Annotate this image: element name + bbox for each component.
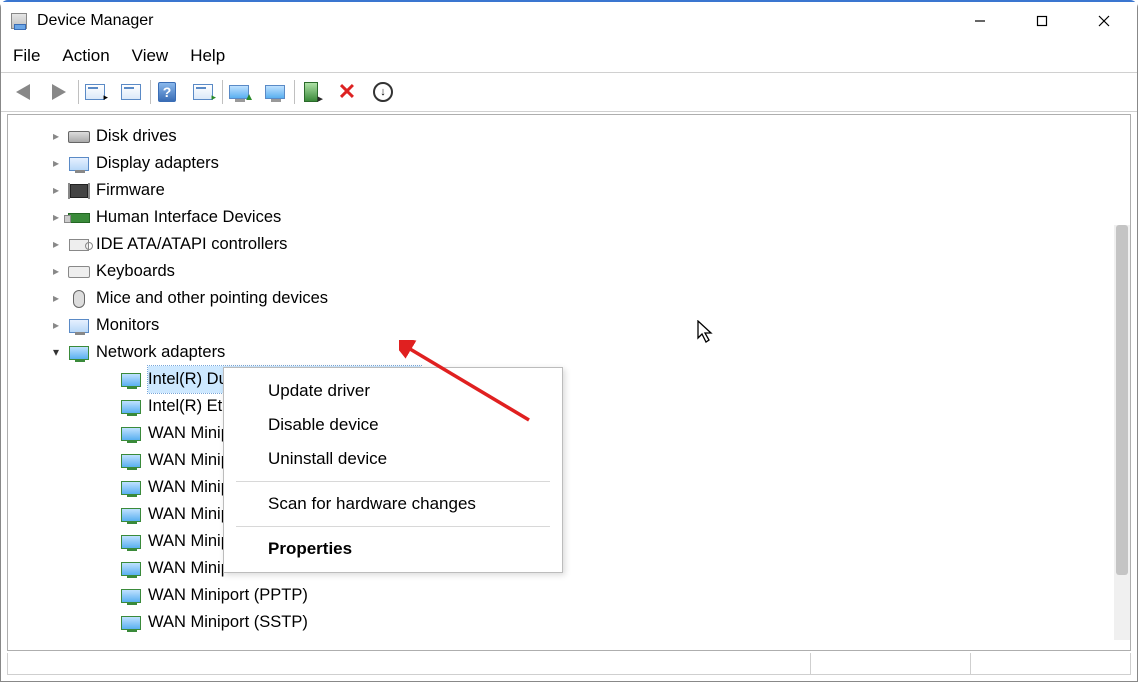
tree-item-label: Monitors	[96, 312, 159, 339]
window-controls	[949, 2, 1135, 40]
tree-item[interactable]: WAN Minip	[8, 555, 1130, 582]
tree-item[interactable]: Human Interface Devices	[8, 204, 1130, 231]
toolbar-back[interactable]	[7, 76, 39, 108]
tree-item-label: Human Interface Devices	[96, 204, 281, 231]
tree-item-label: WAN Minip	[148, 528, 230, 555]
chevron-right-icon[interactable]	[48, 312, 64, 339]
tree-item-label: IDE ATA/ATAPI controllers	[96, 231, 287, 258]
title-bar: Device Manager	[1, 2, 1137, 40]
tree-item[interactable]: Network adapters	[8, 339, 1130, 366]
tree-item-label: WAN Minip	[148, 447, 230, 474]
chevron-right-icon[interactable]	[48, 123, 64, 150]
device-tree-pane: Disk drivesDisplay adaptersFirmwareHuman…	[7, 114, 1131, 651]
chevron-right-icon[interactable]	[48, 204, 64, 231]
tree-item[interactable]: WAN Minip	[8, 420, 1130, 447]
vertical-scrollbar[interactable]	[1114, 225, 1130, 640]
tree-item-label: WAN Miniport (PPTP)	[148, 582, 308, 609]
toolbar-properties[interactable]	[115, 76, 147, 108]
tree-item[interactable]: IDE ATA/ATAPI controllers	[8, 231, 1130, 258]
minimize-button[interactable]	[949, 2, 1011, 40]
chevron-right-icon[interactable]	[48, 258, 64, 285]
chevron-right-icon[interactable]	[48, 231, 64, 258]
chevron-down-icon[interactable]	[48, 339, 64, 366]
tree-item-label: Keyboards	[96, 258, 175, 285]
toolbar-disable[interactable]: ↓	[367, 76, 399, 108]
tree-item[interactable]: WAN Minip	[8, 447, 1130, 474]
tree-item-label: Network adapters	[96, 339, 225, 366]
menu-action[interactable]: Action	[62, 46, 109, 66]
chevron-right-icon[interactable]	[48, 177, 64, 204]
ctx-uninstall-device[interactable]: Uninstall device	[224, 442, 562, 476]
toolbar-forward[interactable]	[43, 76, 75, 108]
menu-bar: File Action View Help	[1, 40, 1137, 72]
ctx-separator	[236, 526, 550, 527]
tree-item[interactable]: WAN Miniport (PPTP)	[8, 582, 1130, 609]
ctx-scan-hardware[interactable]: Scan for hardware changes	[224, 487, 562, 521]
tree-item-label: WAN Miniport (SSTP)	[148, 609, 308, 636]
tree-item[interactable]: Keyboards	[8, 258, 1130, 285]
tree-item[interactable]: WAN Miniport (SSTP)	[8, 609, 1130, 636]
tree-item[interactable]: Display adapters	[8, 150, 1130, 177]
close-button[interactable]	[1073, 2, 1135, 40]
tree-item[interactable]: Monitors	[8, 312, 1130, 339]
tree-item[interactable]: Intel(R) Dual Band Wireless-AC 8260	[8, 366, 1130, 393]
tree-item[interactable]: WAN Minip	[8, 474, 1130, 501]
tree-item-label: WAN Minip	[148, 555, 230, 582]
tree-item-label: WAN Minip	[148, 474, 230, 501]
tree-item[interactable]: Disk drives	[8, 123, 1130, 150]
ctx-disable-device[interactable]: Disable device	[224, 408, 562, 442]
tree-item[interactable]: Mice and other pointing devices	[8, 285, 1130, 312]
chevron-right-icon[interactable]	[48, 285, 64, 312]
tree-item-label: Intel(R) Eth	[148, 393, 231, 420]
toolbar-action-pane[interactable]: ▸	[187, 76, 219, 108]
toolbar-show-hide-tree[interactable]: ▸	[79, 76, 111, 108]
tree-item-label: WAN Minip	[148, 420, 230, 447]
tree-item-label: WAN Minip	[148, 501, 230, 528]
tree-item-label: Mice and other pointing devices	[96, 285, 328, 312]
status-bar	[7, 653, 1131, 675]
scrollbar-thumb[interactable]	[1116, 225, 1128, 575]
tree-item[interactable]: Intel(R) Eth	[8, 393, 1130, 420]
status-cell	[8, 653, 810, 674]
tree-item-label: Firmware	[96, 177, 165, 204]
ctx-properties[interactable]: Properties	[224, 532, 562, 566]
context-menu: Update driver Disable device Uninstall d…	[223, 367, 563, 573]
menu-view[interactable]: View	[132, 46, 169, 66]
tree-item-label: Display adapters	[96, 150, 219, 177]
tree-item[interactable]: Firmware	[8, 177, 1130, 204]
toolbar-scan-hardware[interactable]	[259, 76, 291, 108]
tree-item-label: Disk drives	[96, 123, 177, 150]
ctx-separator	[236, 481, 550, 482]
toolbar-help[interactable]: ?	[151, 76, 183, 108]
toolbar-enable[interactable]: ▸	[295, 76, 327, 108]
toolbar: ▸ ? ▸ ▲ ▸ ✕ ↓	[1, 72, 1137, 112]
menu-file[interactable]: File	[13, 46, 40, 66]
device-manager-icon	[11, 13, 27, 29]
tree-item[interactable]: WAN Minip	[8, 501, 1130, 528]
device-tree[interactable]: Disk drivesDisplay adaptersFirmwareHuman…	[8, 115, 1130, 644]
status-cell	[970, 653, 1130, 674]
status-cell	[810, 653, 970, 674]
toolbar-uninstall[interactable]: ✕	[331, 76, 363, 108]
tree-item[interactable]: WAN Minip	[8, 528, 1130, 555]
ctx-update-driver[interactable]: Update driver	[224, 374, 562, 408]
menu-help[interactable]: Help	[190, 46, 225, 66]
chevron-right-icon[interactable]	[48, 150, 64, 177]
toolbar-update-driver[interactable]: ▲	[223, 76, 255, 108]
maximize-button[interactable]	[1011, 2, 1073, 40]
window-title: Device Manager	[37, 12, 949, 30]
